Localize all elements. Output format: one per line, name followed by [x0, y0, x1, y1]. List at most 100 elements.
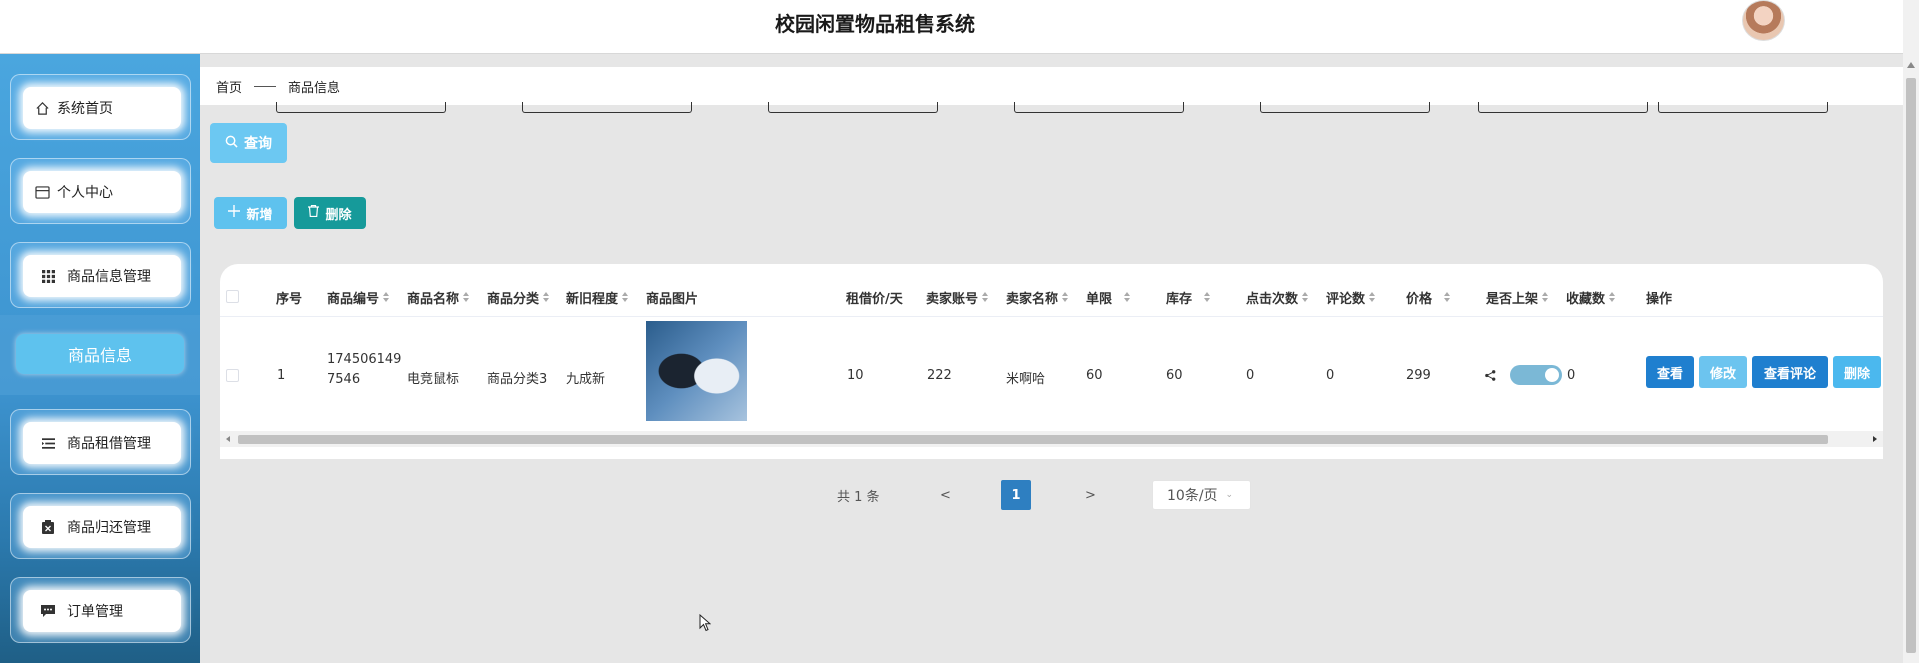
breadcrumb-current: 商品信息 — [288, 80, 341, 96]
sort-icon[interactable] — [1062, 292, 1069, 302]
cell-seller-name: 米啊哈 — [1006, 372, 1046, 387]
product-image[interactable] — [646, 321, 747, 421]
column-header[interactable]: 商品编号 — [327, 287, 390, 307]
search-input[interactable] — [522, 102, 692, 113]
select-all-checkbox[interactable] — [226, 290, 239, 303]
home-icon — [33, 99, 51, 117]
sidebar-item-return[interactable]: 商品归还管理 — [10, 493, 191, 559]
column-header[interactable]: 单限 — [1086, 287, 1131, 307]
column-header: 商品图片 — [646, 291, 699, 307]
column-header[interactable]: 价格 — [1406, 287, 1451, 307]
scroll-up-icon[interactable] — [1907, 62, 1915, 68]
search-input[interactable] — [1658, 102, 1828, 113]
column-header: 操作 — [1646, 291, 1673, 307]
sort-icon[interactable] — [1609, 292, 1616, 302]
sidebar-item-orders[interactable]: 订单管理 — [10, 577, 191, 643]
chat-icon — [39, 602, 57, 620]
cell-favorites: 0 — [1567, 368, 1576, 383]
sort-icon[interactable] — [1369, 292, 1376, 302]
sidebar-item-home[interactable]: 系统首页 — [10, 74, 191, 140]
column-header: 序号 — [276, 291, 303, 307]
page-size-select[interactable]: 10条/页 ⌄ — [1152, 480, 1251, 510]
sort-icon[interactable] — [982, 292, 989, 302]
view-comments-button[interactable]: 查看评论 — [1752, 356, 1828, 388]
scrollbar-thumb[interactable] — [1906, 78, 1916, 653]
cell-category: 商品分类3 — [487, 372, 548, 387]
vertical-scrollbar[interactable] — [1903, 0, 1919, 663]
header-divider — [220, 316, 1883, 317]
add-button[interactable]: 新增 — [214, 197, 287, 229]
search-input[interactable] — [768, 102, 938, 113]
cell-index: 1 — [277, 368, 286, 383]
sort-icon[interactable] — [1124, 292, 1131, 302]
sidebar-item-label: 个人中心 — [57, 185, 113, 201]
cell-limit: 60 — [1086, 368, 1103, 383]
column-header[interactable]: 收藏数 — [1566, 287, 1616, 307]
sidebar-item-label: 商品信息管理 — [67, 269, 151, 285]
on-shelf-toggle[interactable] — [1510, 365, 1562, 385]
scroll-left-icon[interactable] — [226, 436, 230, 442]
view-button[interactable]: 查看 — [1646, 356, 1694, 388]
share-icon[interactable] — [1485, 370, 1496, 384]
sort-icon[interactable] — [543, 292, 550, 302]
column-header[interactable]: 商品名称 — [407, 287, 470, 307]
breadcrumb-separator — [254, 85, 277, 87]
search-input[interactable] — [1478, 102, 1648, 113]
pagination-total: 共 1 条 — [837, 489, 880, 505]
sidebar-item-label: 订单管理 — [67, 604, 123, 620]
sort-icon[interactable] — [463, 292, 470, 302]
goods-table: 序号 商品编号 商品名称 商品分类 新旧程度 商品图片 租借价/天 卖家账号 卖… — [220, 264, 1883, 459]
query-button[interactable]: 查询 — [210, 123, 287, 163]
delete-button[interactable]: 删除 — [1833, 356, 1881, 388]
column-header: 租借价/天 — [846, 291, 903, 307]
cell-code: 174506149 7546 — [327, 352, 402, 387]
submenu-goods-info: 商品信息 — [0, 315, 200, 395]
scrollbar-thumb[interactable] — [238, 435, 1828, 444]
column-header[interactable]: 商品分类 — [487, 287, 550, 307]
sort-icon[interactable] — [1542, 292, 1549, 302]
column-header[interactable]: 新旧程度 — [566, 287, 629, 307]
sort-icon[interactable] — [383, 292, 390, 302]
search-input[interactable] — [276, 102, 446, 113]
column-header[interactable]: 评论数 — [1326, 287, 1376, 307]
batch-delete-button[interactable]: 删除 — [294, 197, 366, 229]
sort-icon[interactable] — [1204, 292, 1211, 302]
page-number-1[interactable]: 1 — [1001, 480, 1031, 510]
mouse-cursor-icon — [699, 613, 712, 636]
edit-button[interactable]: 修改 — [1699, 356, 1747, 388]
horizontal-scrollbar[interactable] — [220, 431, 1883, 447]
plus-icon — [228, 205, 241, 221]
search-input[interactable] — [1014, 102, 1184, 113]
cell-seller-account: 222 — [927, 368, 952, 383]
column-header[interactable]: 是否上架 — [1486, 287, 1549, 307]
cell-rent-price: 10 — [847, 368, 864, 383]
user-avatar[interactable] — [1742, 0, 1785, 41]
cell-condition: 九成新 — [566, 372, 606, 387]
sidebar-subitem-goods[interactable]: 商品信息 — [16, 334, 184, 374]
column-header[interactable]: 库存 — [1166, 287, 1211, 307]
chevron-down-icon: ⌄ — [1225, 490, 1234, 500]
clipboard-icon — [39, 518, 57, 536]
sidebar-item-label: 商品归还管理 — [67, 520, 151, 536]
breadcrumb: 首页 商品信息 — [200, 67, 1903, 105]
sort-icon[interactable] — [622, 292, 629, 302]
column-header[interactable]: 卖家名称 — [1006, 287, 1069, 307]
sidebar-item-goods-info[interactable]: 商品信息管理 — [10, 242, 191, 308]
column-header[interactable]: 点击次数 — [1246, 287, 1309, 307]
row-checkbox[interactable] — [226, 369, 239, 382]
next-page-button[interactable]: > — [1085, 480, 1096, 510]
column-header[interactable]: 卖家账号 — [926, 287, 989, 307]
sidebar-item-rental[interactable]: 商品租借管理 — [10, 409, 191, 475]
breadcrumb-home[interactable]: 首页 — [216, 77, 242, 96]
sidebar-item-profile[interactable]: 个人中心 — [10, 158, 191, 224]
top-header: 校园闲置物品租售系统 — [0, 0, 1903, 54]
list-icon — [39, 434, 57, 452]
sidebar-item-label: 商品租借管理 — [67, 436, 151, 452]
scroll-right-icon[interactable] — [1873, 436, 1877, 442]
search-icon — [225, 135, 238, 152]
prev-page-button[interactable]: < — [940, 480, 951, 510]
search-input[interactable] — [1260, 102, 1430, 113]
sort-icon[interactable] — [1302, 292, 1309, 302]
sort-icon[interactable] — [1444, 292, 1451, 302]
cell-stock: 60 — [1166, 368, 1183, 383]
